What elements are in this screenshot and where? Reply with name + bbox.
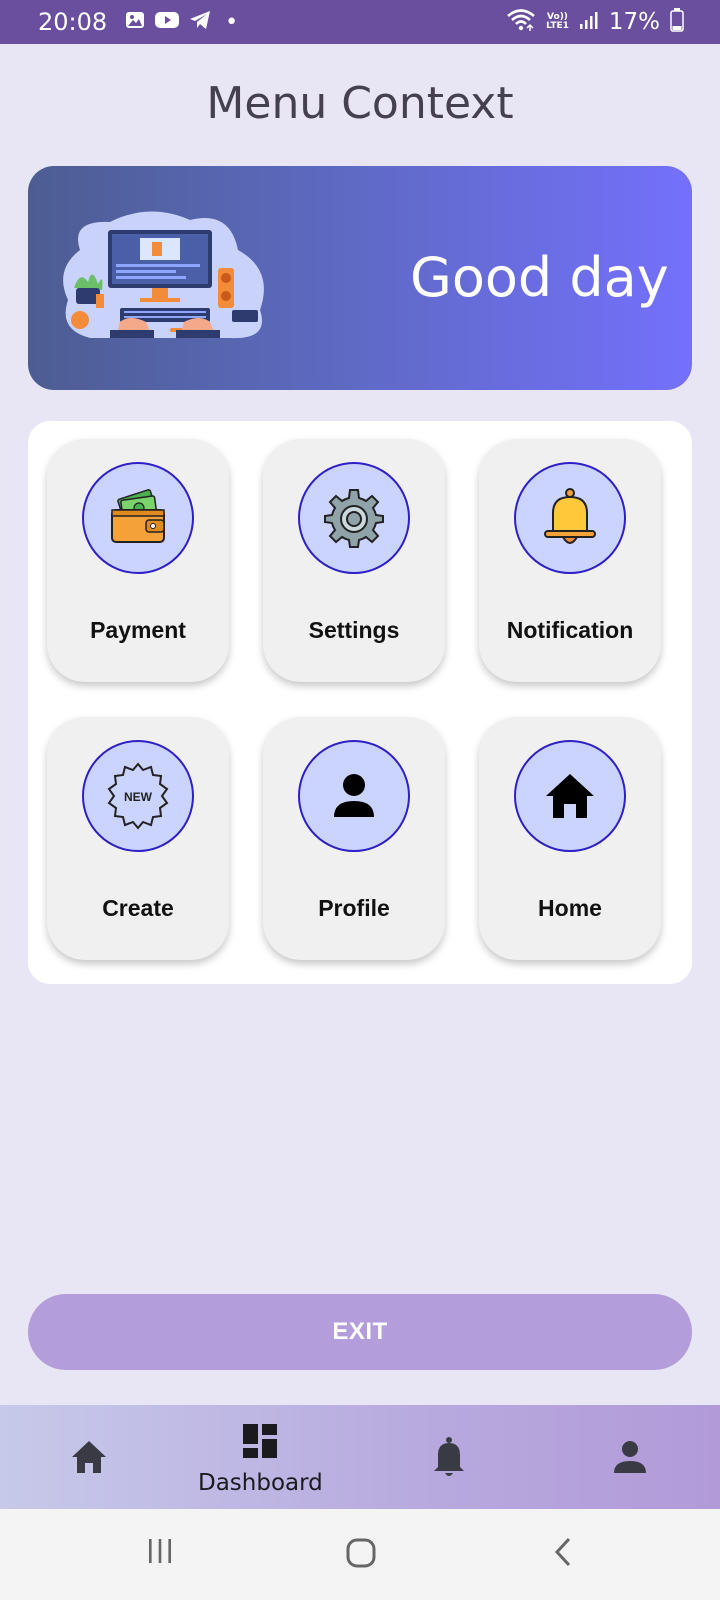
greeting-text: Good day	[410, 246, 669, 309]
page-title: Menu Context	[206, 78, 514, 129]
menu-tile-label: Home	[538, 895, 602, 921]
notification-dot: •	[225, 9, 239, 35]
menu-tile-home[interactable]: Home	[479, 717, 661, 960]
signal-icon	[579, 10, 599, 34]
greeting-banner: Good day	[28, 166, 692, 390]
nav-profile[interactable]	[612, 1439, 648, 1480]
recent-apps-icon[interactable]	[146, 1537, 174, 1570]
system-navigation-bar	[0, 1509, 720, 1600]
bottom-navigation: Dashboard	[0, 1405, 720, 1509]
dashboard-icon	[242, 1423, 278, 1464]
menu-tile-label: Profile	[318, 895, 390, 921]
wallet-icon	[82, 462, 194, 574]
menu-tile-notification[interactable]: Notification	[479, 439, 661, 682]
back-icon[interactable]	[552, 1537, 574, 1572]
nav-notifications[interactable]	[432, 1437, 466, 1482]
person-icon	[612, 1439, 648, 1480]
wifi-icon	[506, 8, 536, 36]
menu-tile-create[interactable]: NEW Create	[47, 717, 229, 960]
nav-home[interactable]	[70, 1439, 108, 1480]
lte-label: LTE1	[546, 21, 569, 31]
battery-percent: 17%	[608, 9, 660, 35]
menu-grid: Payment Settings Notification NEW Create…	[28, 421, 692, 984]
person-icon	[298, 740, 410, 852]
gallery-icon	[125, 10, 145, 34]
home-icon	[514, 740, 626, 852]
workspace-illustration	[60, 210, 274, 349]
bell-icon	[432, 1437, 466, 1482]
menu-tile-label: Create	[102, 895, 174, 921]
menu-tile-label: Notification	[506, 617, 634, 643]
menu-tile-profile[interactable]: Profile	[263, 717, 445, 960]
menu-tile-settings[interactable]: Settings	[263, 439, 445, 682]
youtube-icon	[155, 11, 180, 33]
bell-icon	[514, 462, 626, 574]
home-icon	[70, 1439, 108, 1480]
new-badge-icon: NEW	[82, 740, 194, 852]
status-bar: 20:08 • Vo)) LTE1 17%	[0, 0, 720, 44]
nav-dashboard[interactable]: Dashboard	[198, 1423, 323, 1496]
menu-tile-payment[interactable]: Payment	[47, 439, 229, 682]
telegram-icon	[189, 10, 211, 34]
status-time: 20:08	[38, 8, 108, 36]
battery-icon	[670, 8, 684, 36]
menu-tile-label: Payment	[90, 617, 186, 643]
exit-button[interactable]: EXIT	[28, 1294, 692, 1370]
menu-tile-label: Settings	[308, 617, 400, 643]
new-badge-text: NEW	[124, 790, 153, 804]
lte-indicator: Vo)) LTE1	[546, 13, 569, 31]
gear-icon	[298, 462, 410, 574]
home-button-icon[interactable]	[345, 1537, 377, 1574]
nav-dashboard-label: Dashboard	[198, 1470, 323, 1496]
